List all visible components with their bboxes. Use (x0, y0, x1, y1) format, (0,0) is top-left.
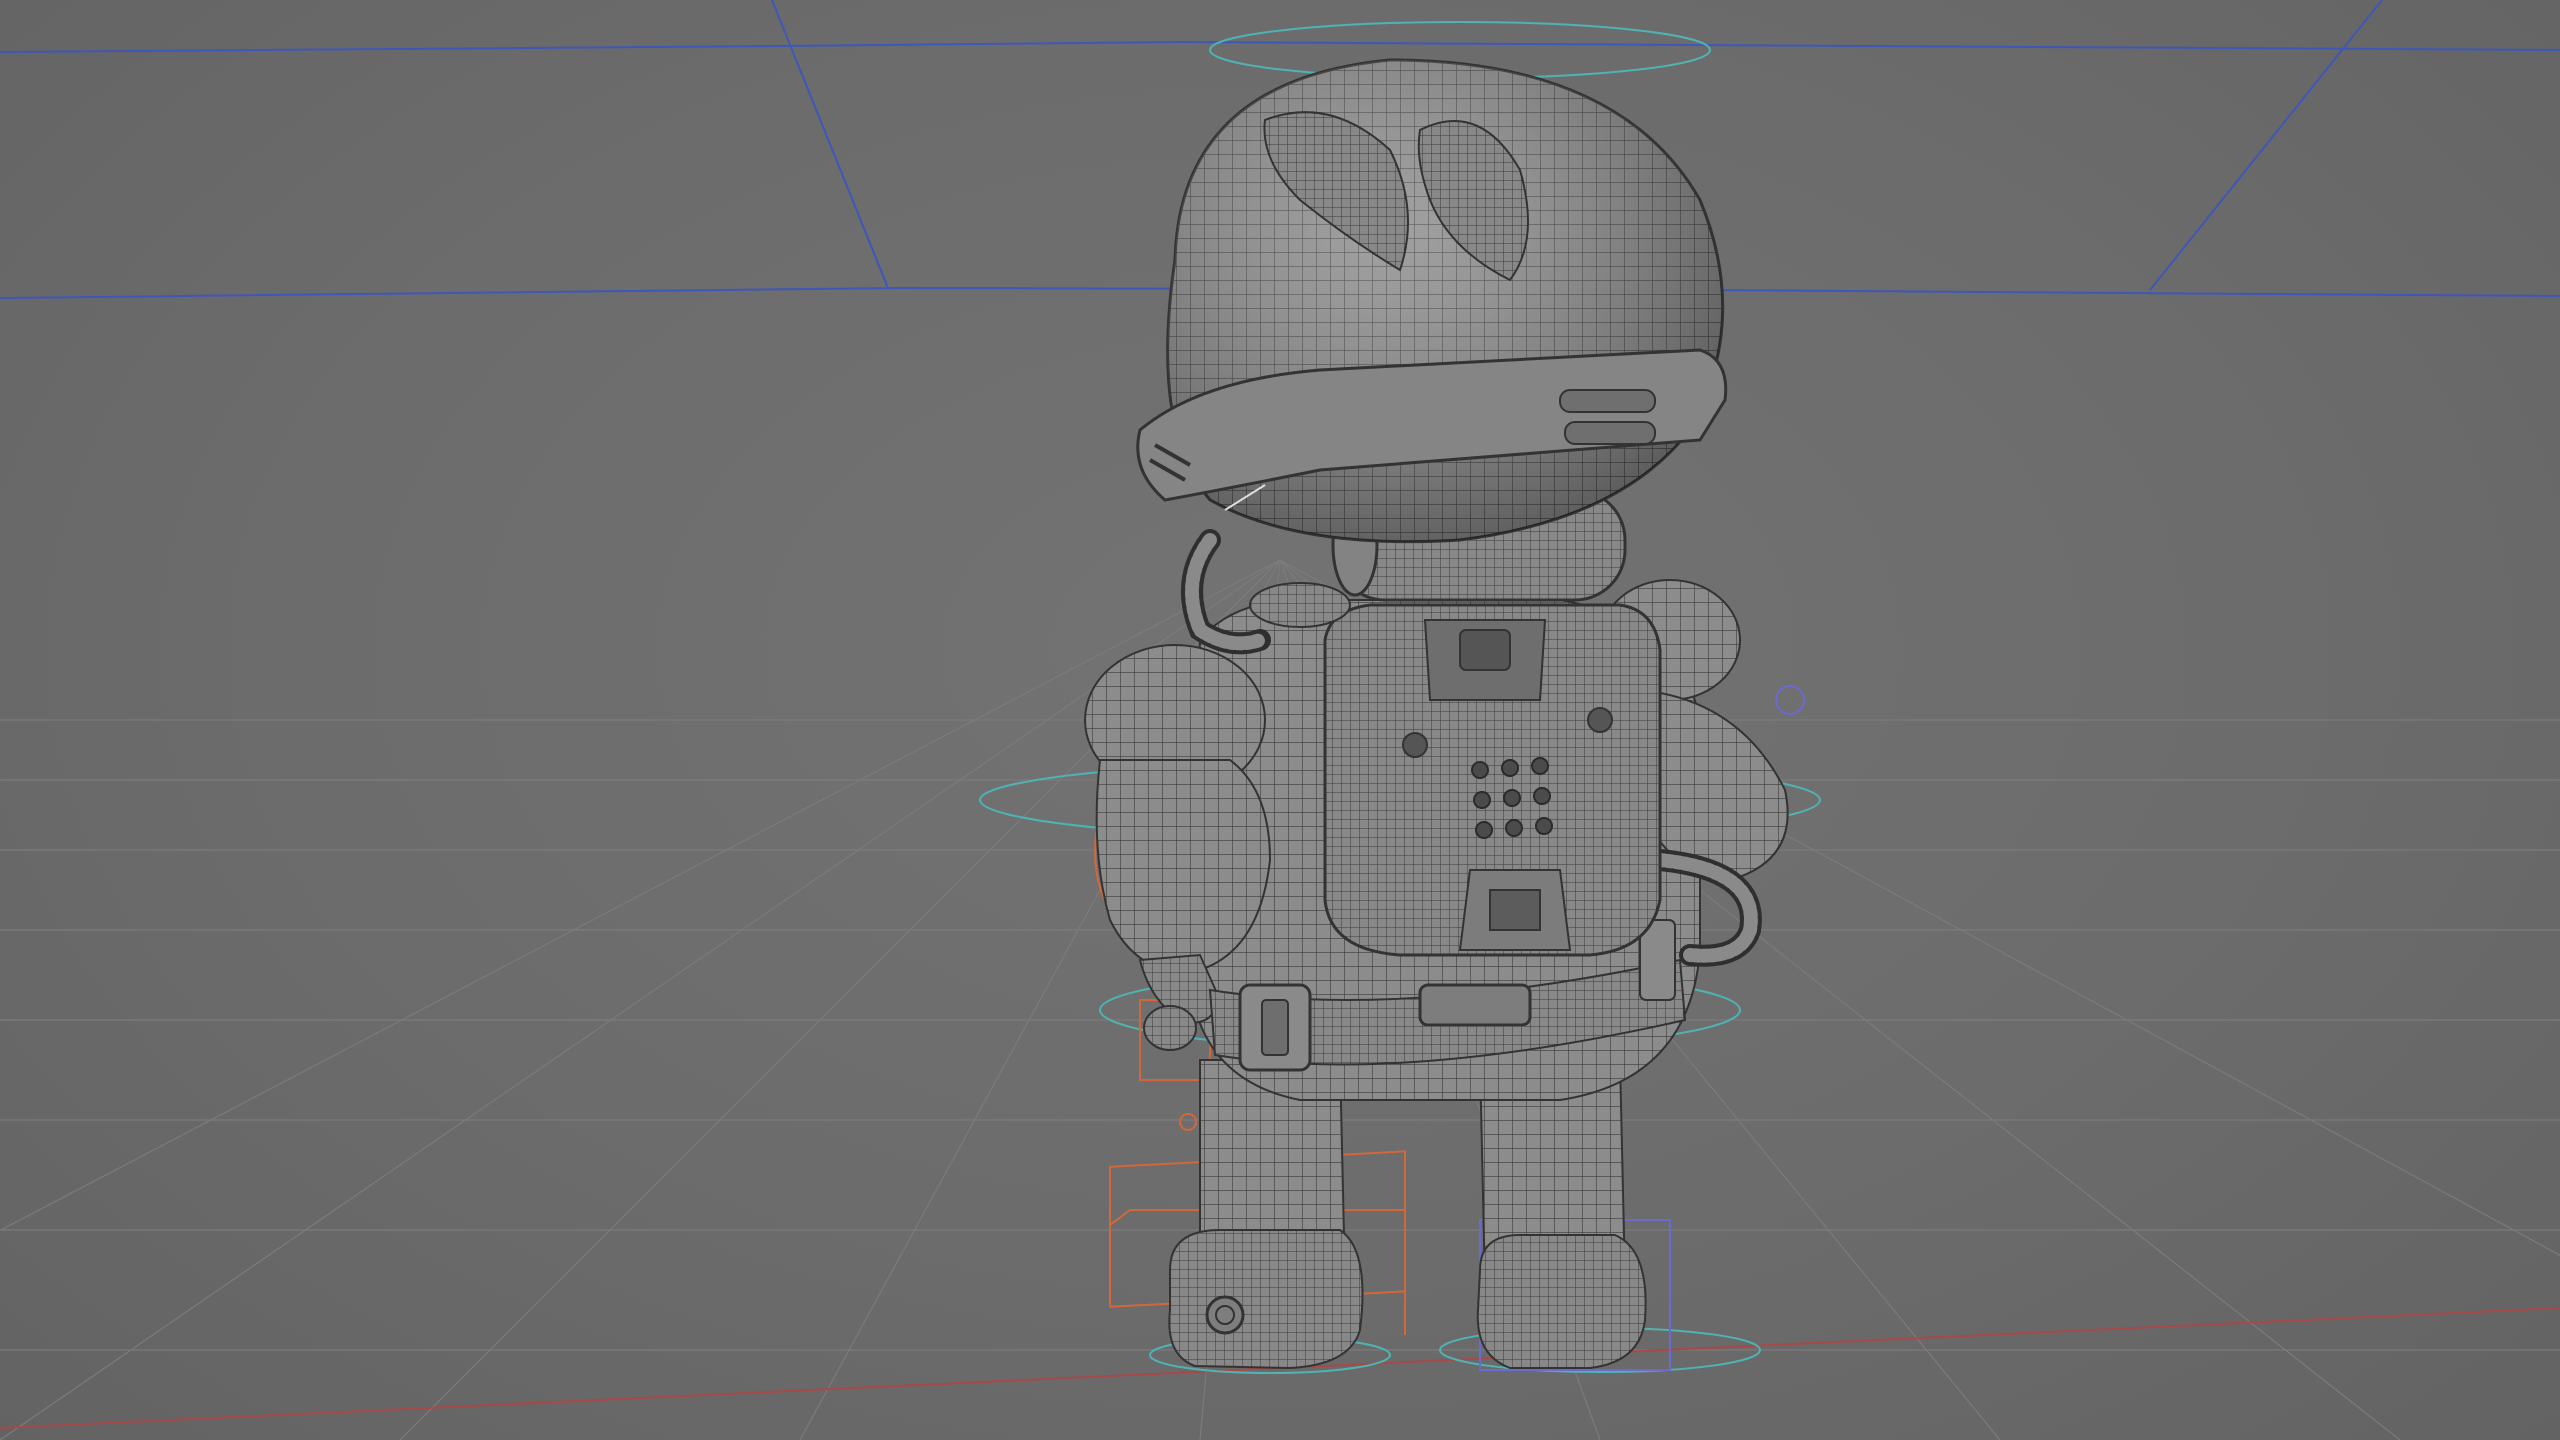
viewport-canvas[interactable] (0, 0, 2560, 1440)
backpack (1323, 603, 1662, 957)
astronaut-character[interactable] (1084, 58, 1789, 1370)
3d-viewport[interactable] (0, 0, 2560, 1440)
right-leg (1476, 1059, 1647, 1369)
backpack-vents (1471, 757, 1553, 839)
left-leg (1168, 1059, 1364, 1370)
neck-ring (1249, 582, 1351, 628)
helmet (1136, 58, 1728, 544)
